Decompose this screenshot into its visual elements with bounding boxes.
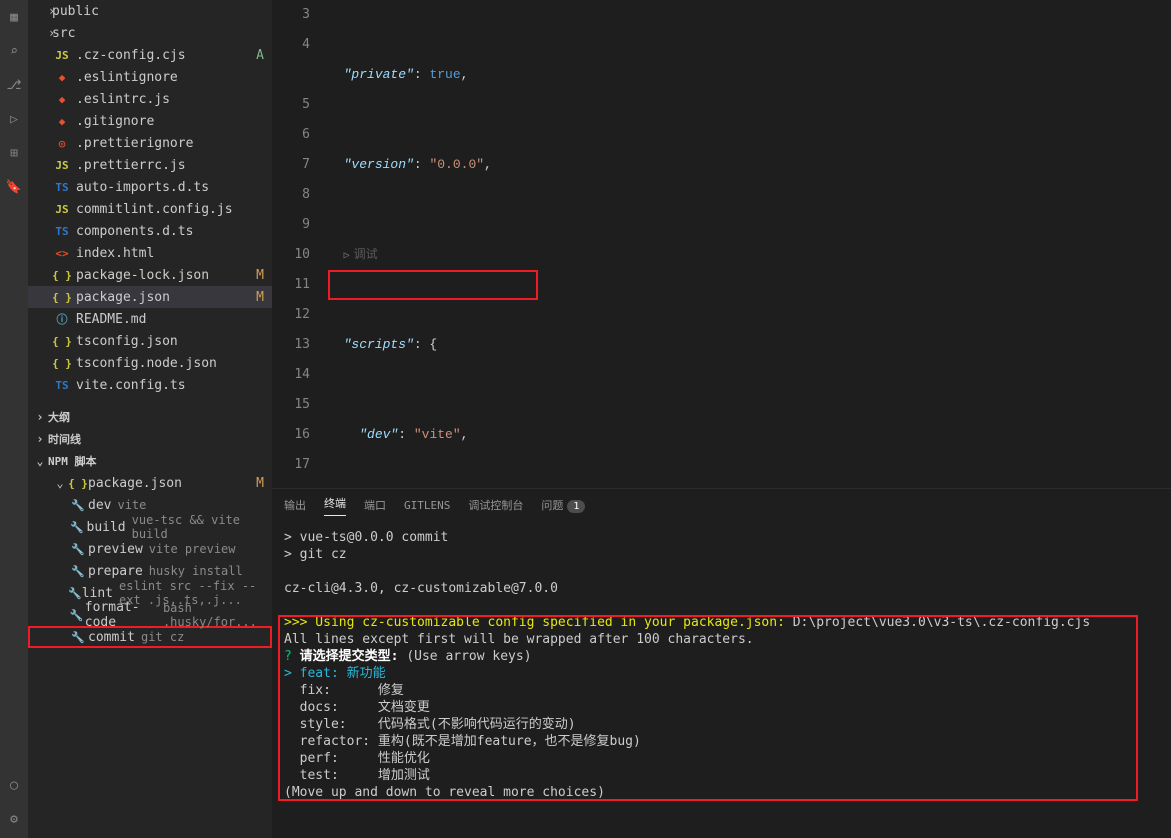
timeline-section[interactable]: ›时间线 — [28, 428, 272, 450]
npm-script-format-code[interactable]: 🔧format-codebash .husky/for... — [28, 604, 272, 626]
tab-output[interactable]: 输出 — [284, 497, 306, 513]
commit-type-feat[interactable]: > feat: 新功能 — [284, 665, 1159, 682]
file-commitlint-config-js[interactable]: JScommitlint.config.js — [28, 198, 272, 220]
tab-debug-console[interactable]: 调试控制台 — [468, 497, 523, 513]
tab-problems[interactable]: 问题1 — [541, 497, 585, 513]
commit-highlight-box — [328, 270, 538, 300]
wrench-icon: 🔧 — [68, 499, 88, 512]
file-auto-imports-d-ts[interactable]: TSauto-imports.d.ts — [28, 176, 272, 198]
wrench-icon: 🔧 — [68, 543, 88, 556]
wrench-icon: 🔧 — [68, 587, 82, 600]
file--prettierignore[interactable]: ◎.prettierignore — [28, 132, 272, 154]
scm-icon[interactable]: ⎇ — [5, 76, 23, 94]
wrench-icon: 🔧 — [68, 631, 88, 644]
file-vite-config-ts[interactable]: TSvite.config.ts — [28, 374, 272, 396]
npm-scripts-section[interactable]: ⌄NPM 脚本 — [28, 450, 272, 472]
debug-icon[interactable]: ▷ — [5, 110, 23, 128]
terminal-output[interactable]: > vue-ts@0.0.0 commit > git cz cz-cli@4.… — [272, 521, 1171, 838]
commit-type-fix[interactable]: fix: 修复 — [284, 682, 1159, 699]
wrench-icon: 🔧 — [68, 565, 88, 578]
debug-hint[interactable]: 调试 — [354, 248, 378, 262]
tab-gitlens[interactable]: GITLENS — [404, 499, 450, 512]
wrench-icon: 🔧 — [68, 609, 85, 622]
code-content[interactable]: "private": true, "version": "0.0.0", ▷调试… — [328, 0, 1171, 488]
npm-package-row[interactable]: ⌄ { } package.json M — [28, 472, 272, 494]
panel-tabs: 输出 终端 端口 GITLENS 调试控制台 问题1 — [272, 489, 1171, 521]
file-README-md[interactable]: ⓘREADME.md — [28, 308, 272, 330]
commit-type-test[interactable]: test: 增加测试 — [284, 767, 1159, 784]
wrench-icon: 🔧 — [68, 521, 87, 534]
commit-type-perf[interactable]: perf: 性能优化 — [284, 750, 1159, 767]
npm-script-commit[interactable]: 🔧commitgit cz — [28, 626, 272, 648]
file-tsconfig-node-json[interactable]: { }tsconfig.node.json — [28, 352, 272, 374]
file-package-lock-json[interactable]: { }package-lock.jsonM — [28, 264, 272, 286]
commit-type-style[interactable]: style: 代码格式(不影响代码运行的变动) — [284, 716, 1159, 733]
line-gutter: 34567891011121314151617 — [272, 0, 328, 488]
code-editor[interactable]: 34567891011121314151617 "private": true,… — [272, 0, 1171, 488]
settings-gear-icon[interactable]: ⚙ — [5, 810, 23, 828]
explorer-sidebar: ›public›src JS.cz-config.cjsA◆.eslintign… — [28, 0, 272, 838]
file--prettierrc-js[interactable]: JS.prettierrc.js — [28, 154, 272, 176]
file-index-html[interactable]: <>index.html — [28, 242, 272, 264]
commit-type-refactor[interactable]: refactor: 重构(既不是增加feature，也不是修复bug) — [284, 733, 1159, 750]
file--eslintrc-js[interactable]: ◆.eslintrc.js — [28, 88, 272, 110]
folder-src[interactable]: ›src — [28, 22, 272, 44]
explorer-icon[interactable]: ▦ — [5, 8, 23, 26]
folder-public[interactable]: ›public — [28, 0, 272, 22]
file-components-d-ts[interactable]: TScomponents.d.ts — [28, 220, 272, 242]
search-icon[interactable]: ⌕ — [5, 42, 23, 60]
tab-terminal[interactable]: 终端 — [324, 495, 346, 516]
file-tsconfig-json[interactable]: { }tsconfig.json — [28, 330, 272, 352]
npm-script-preview[interactable]: 🔧previewvite preview — [28, 538, 272, 560]
outline-section[interactable]: ›大纲 — [28, 406, 272, 428]
main-area: 34567891011121314151617 "private": true,… — [272, 0, 1171, 838]
problems-badge: 1 — [567, 500, 585, 513]
extensions-icon[interactable]: ⊞ — [5, 144, 23, 162]
file--gitignore[interactable]: ◆.gitignore — [28, 110, 272, 132]
npm-script-build[interactable]: 🔧buildvue-tsc && vite build — [28, 516, 272, 538]
file-package-json[interactable]: { }package.jsonM — [28, 286, 272, 308]
activity-bar: ▦ ⌕ ⎇ ▷ ⊞ 🔖 ◯ ⚙ — [0, 0, 28, 838]
bookmark-icon[interactable]: 🔖 — [5, 178, 23, 196]
file--eslintignore[interactable]: ◆.eslintignore — [28, 66, 272, 88]
debug-play-icon[interactable]: ▷ — [344, 251, 350, 262]
tab-ports[interactable]: 端口 — [364, 497, 386, 513]
account-icon[interactable]: ◯ — [5, 776, 23, 794]
file--cz-config-cjs[interactable]: JS.cz-config.cjsA — [28, 44, 272, 66]
commit-type-docs[interactable]: docs: 文档变更 — [284, 699, 1159, 716]
terminal-panel: 输出 终端 端口 GITLENS 调试控制台 问题1 > vue-ts@0.0.… — [272, 488, 1171, 838]
